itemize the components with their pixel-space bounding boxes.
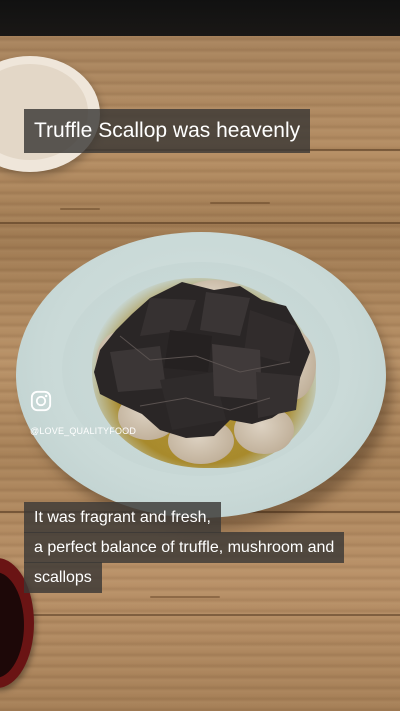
caption-line-1: It was fragrant and fresh, [24, 502, 221, 533]
shaved-truffle [94, 282, 310, 438]
title-caption: Truffle Scallop was heavenly [24, 109, 311, 153]
watermark-handle: @LOVE_QUALITYFOOD [30, 426, 137, 436]
caption-line-2: a perfect balance of truffle, mushroom a… [24, 532, 345, 563]
caption-line-3: scallops [24, 562, 102, 593]
food-photo [0, 0, 400, 711]
instagram-icon [30, 390, 52, 412]
